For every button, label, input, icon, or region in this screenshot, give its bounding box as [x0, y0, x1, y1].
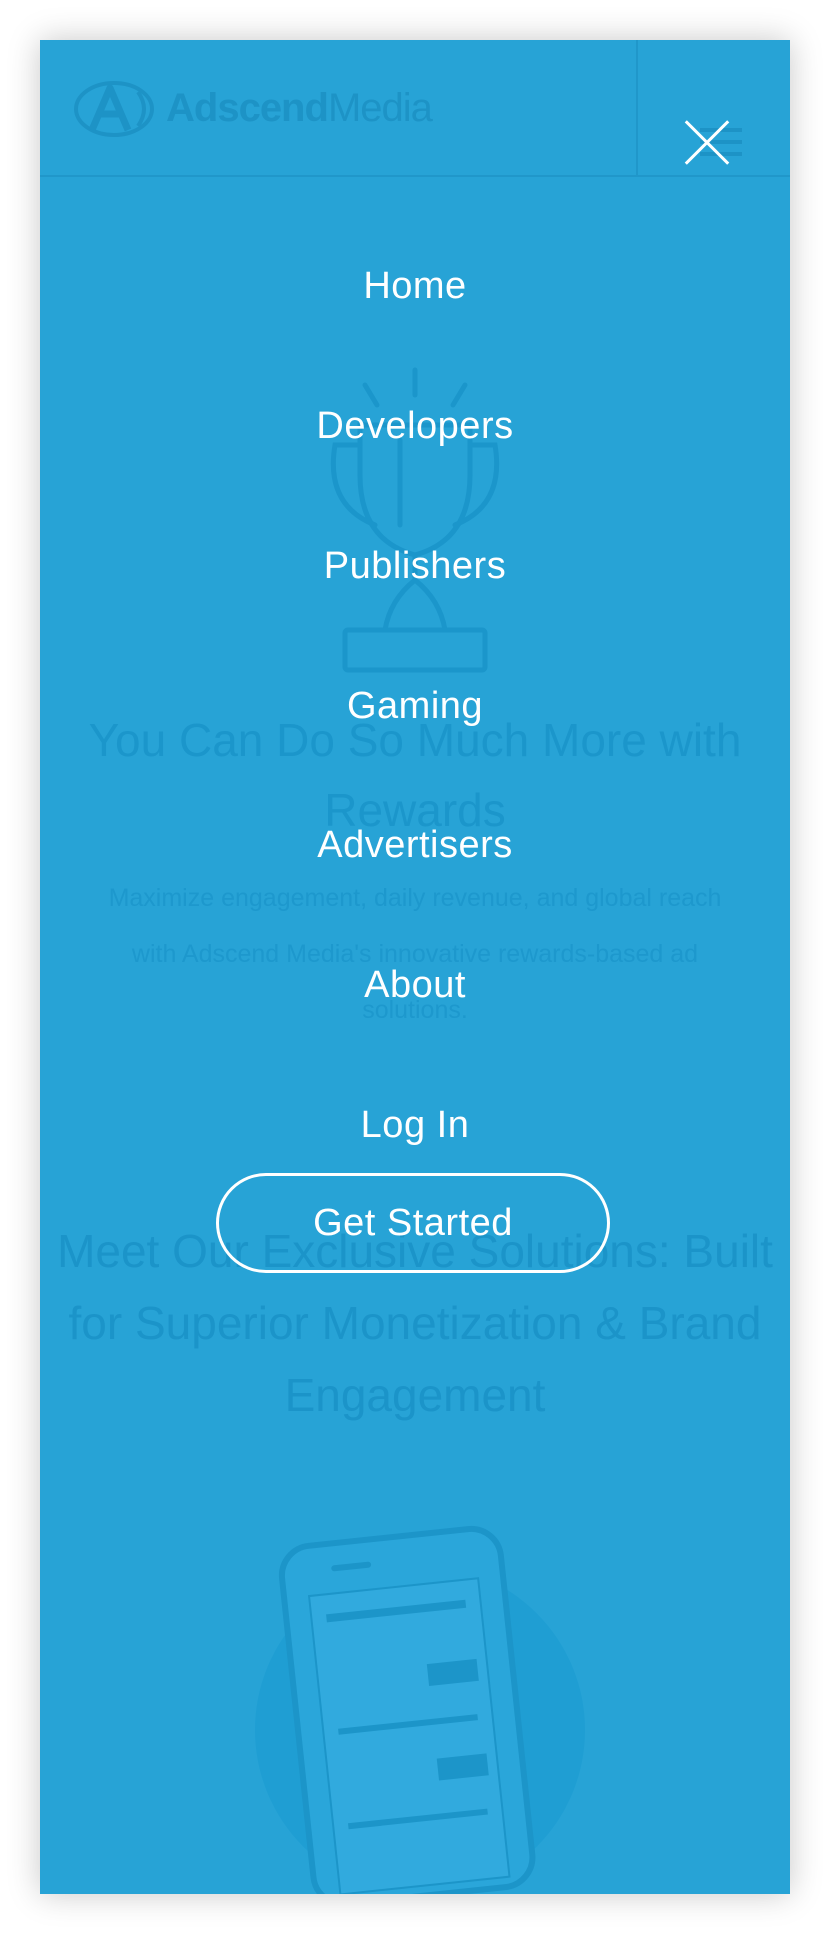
close-icon[interactable]	[684, 119, 730, 165]
menu-item-publishers[interactable]: Publishers	[40, 536, 790, 596]
menu-item-about[interactable]: About	[40, 955, 790, 1015]
get-started-button[interactable]: Get Started	[216, 1173, 610, 1273]
menu-item-gaming[interactable]: Gaming	[40, 676, 790, 736]
nav-menu-overlay: Home Developers Publishers Gaming Advert…	[40, 40, 790, 1894]
app-frame: AdscendMedia You Can Do So Much More wit…	[40, 40, 790, 1894]
menu-item-home[interactable]: Home	[40, 256, 790, 316]
menu-item-advertisers[interactable]: Advertisers	[40, 815, 790, 875]
menu-item-developers[interactable]: Developers	[40, 396, 790, 456]
menu-item-login[interactable]: Log In	[40, 1095, 790, 1155]
